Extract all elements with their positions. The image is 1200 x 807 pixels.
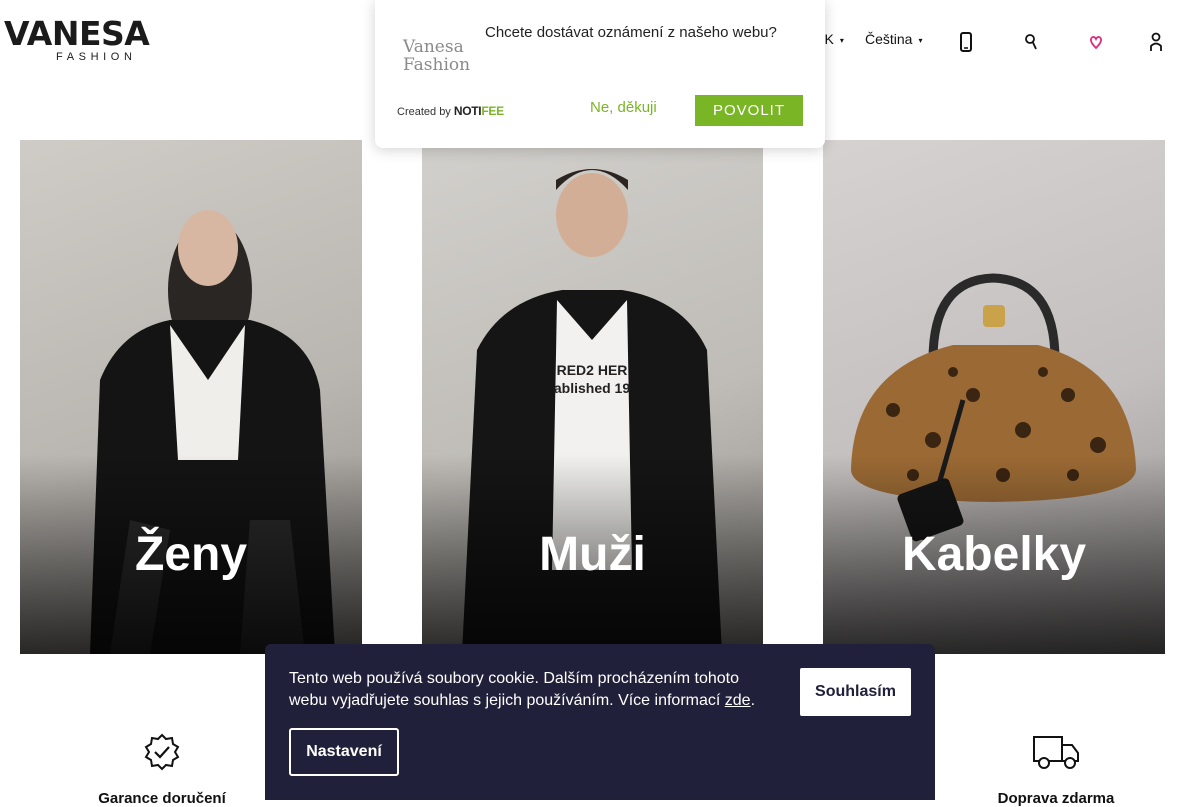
cookie-settings-button[interactable]: Nastavení xyxy=(289,728,399,776)
language-selector[interactable]: Čeština ▾ xyxy=(865,31,922,47)
user-icon[interactable] xyxy=(1145,30,1167,54)
phone-icon[interactable] xyxy=(955,30,977,54)
cookie-consent-bar: Tento web používá soubory cookie. Dalším… xyxy=(265,644,935,800)
push-notification-prompt: Vanesa Fashion Chcete dostávat oznámení … xyxy=(375,0,825,148)
feature-title: Garance doručení xyxy=(98,790,226,807)
svg-text:ablished 19: ablished 19 xyxy=(554,380,630,396)
notification-allow-button[interactable]: POVOLIT xyxy=(695,95,803,126)
category-banner-women[interactable]: Ženy xyxy=(20,140,362,654)
verified-badge-icon xyxy=(144,733,180,771)
notification-question: Chcete dostávat oznámení z našeho webu? xyxy=(485,24,777,41)
cookie-info-link[interactable]: zde xyxy=(725,692,751,709)
cookie-accept-button[interactable]: Souhlasím xyxy=(800,668,911,716)
feature-delivery-guarantee: Garance doručení xyxy=(62,733,262,807)
language-label: Čeština xyxy=(865,31,913,47)
notification-credit: Created by NOTIFEE xyxy=(397,104,504,118)
category-banner-handbags[interactable]: Kabelky xyxy=(823,140,1165,654)
chevron-down-icon: ▾ xyxy=(918,35,923,45)
notifee-logo: NOTIFEE xyxy=(453,104,504,118)
feature-title: Doprava zdarma xyxy=(997,790,1115,807)
svg-text:RED2 HER: RED2 HER xyxy=(557,362,628,378)
feature-free-shipping: Doprava zdarma xyxy=(956,733,1156,807)
site-logo[interactable]: VANESA FASHION xyxy=(4,16,194,64)
category-banner-men[interactable]: RED2 HER ablished 19 Muži xyxy=(422,140,763,654)
logo-wordmark: VANESA xyxy=(4,14,150,53)
notification-deny-button[interactable]: Ne, děkuji xyxy=(590,99,657,116)
banner-label-men: Muži xyxy=(539,528,646,581)
delivery-truck-icon xyxy=(1033,736,1079,769)
banner-label-women: Ženy xyxy=(134,528,248,581)
notification-brand-logo: Vanesa Fashion xyxy=(403,37,471,75)
cookie-message: Tento web používá soubory cookie. Dalším… xyxy=(289,670,756,709)
logo-tagline: FASHION xyxy=(56,51,137,63)
banner-label-handbags: Kabelky xyxy=(901,528,1087,581)
chevron-down-icon: ▾ xyxy=(839,35,844,45)
search-icon[interactable] xyxy=(1020,30,1042,54)
heart-icon[interactable] xyxy=(1085,30,1107,54)
